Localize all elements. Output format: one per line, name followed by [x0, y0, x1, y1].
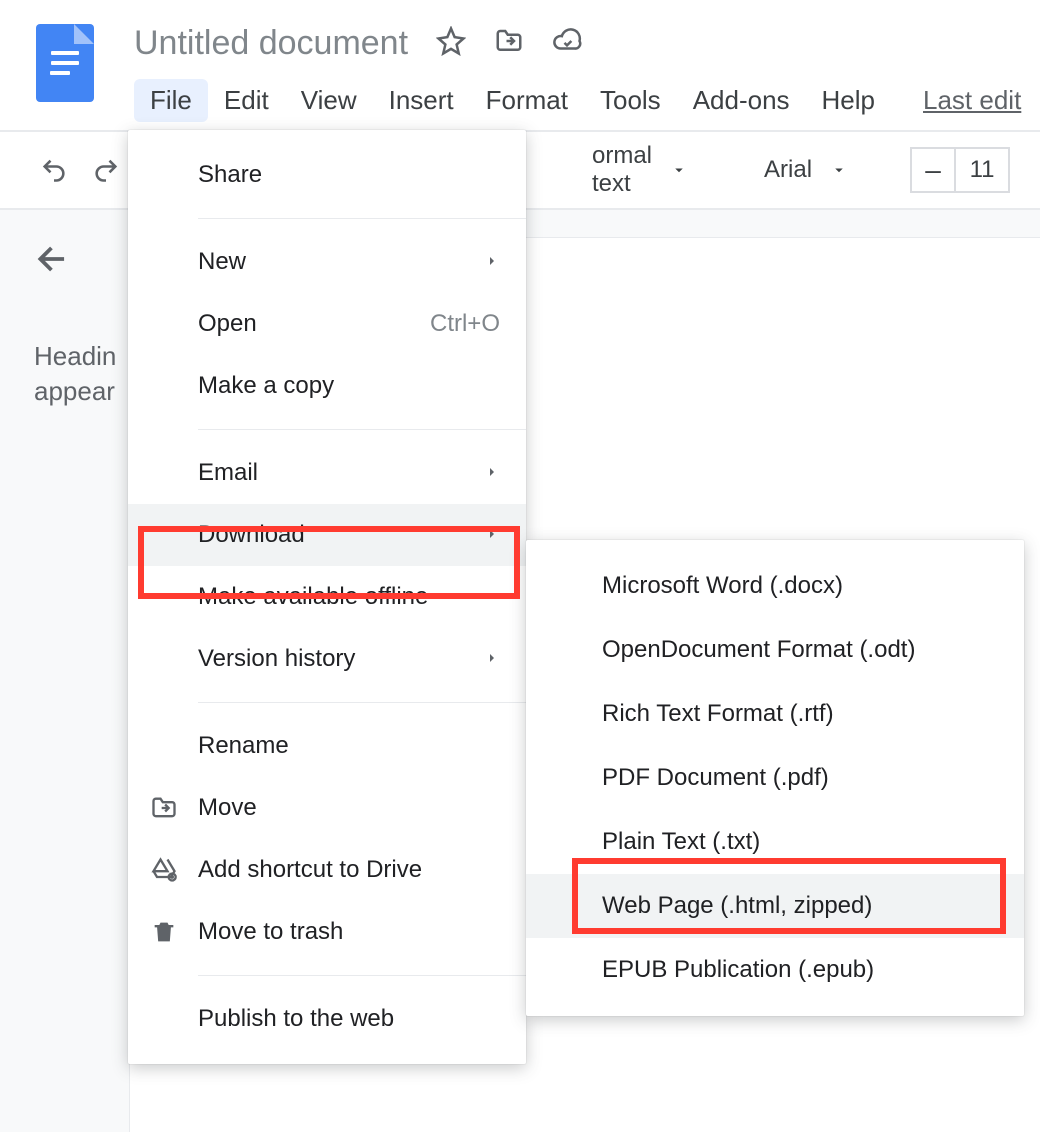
menu-item-label: Share [198, 161, 262, 189]
menu-separator [198, 429, 526, 430]
outline-placeholder-line: Headin [34, 339, 130, 374]
menu-item-label: Move to trash [198, 918, 343, 946]
menu-item-label: Make available offline [198, 583, 428, 611]
outline-pane: Headin appear [0, 210, 130, 1132]
submenu-item-label: OpenDocument Format (.odt) [602, 636, 915, 664]
submenu-arrow-icon [484, 521, 500, 549]
move-to-folder-icon[interactable] [494, 26, 524, 61]
folder-move-icon [148, 792, 180, 824]
submenu-item-label: Plain Text (.txt) [602, 828, 760, 856]
submenu-item-label: EPUB Publication (.epub) [602, 956, 874, 984]
menu-tools[interactable]: Tools [584, 79, 677, 122]
menu-item-label: Email [198, 459, 258, 487]
menu-bar: File Edit View Insert Format Tools Add-o… [134, 79, 1040, 122]
back-arrow-icon[interactable] [34, 265, 72, 282]
menu-separator [198, 218, 526, 219]
submenu-item-odt[interactable]: OpenDocument Format (.odt) [526, 618, 1024, 682]
docs-logo-icon[interactable] [36, 24, 94, 102]
menu-item-make-a-copy[interactable]: Make a copy [128, 355, 526, 417]
chevron-down-icon [830, 161, 848, 179]
menu-item-download[interactable]: Download [128, 504, 526, 566]
menu-item-email[interactable]: Email [128, 442, 526, 504]
menu-format[interactable]: Format [470, 79, 584, 122]
trash-icon [148, 916, 180, 948]
document-title[interactable]: Untitled document [134, 24, 408, 63]
submenu-item-docx[interactable]: Microsoft Word (.docx) [526, 554, 1024, 618]
menu-item-label: New [198, 248, 246, 276]
chevron-down-icon [670, 161, 688, 179]
menu-item-publish-to-the-web[interactable]: Publish to the web [128, 988, 526, 1050]
font-size-decrease-button[interactable]: – [910, 147, 956, 193]
menu-separator [198, 975, 526, 976]
menu-insert[interactable]: Insert [373, 79, 470, 122]
submenu-arrow-icon [484, 248, 500, 276]
menu-item-version-history[interactable]: Version history [128, 628, 526, 690]
paragraph-style-dropdown[interactable]: ormal text [578, 142, 702, 198]
menu-file[interactable]: File [134, 79, 208, 122]
menu-view[interactable]: View [285, 79, 373, 122]
submenu-item-rtf[interactable]: Rich Text Format (.rtf) [526, 682, 1024, 746]
menu-addons[interactable]: Add-ons [677, 79, 806, 122]
title-area: Untitled document File Edit View Insert … [134, 24, 1040, 122]
redo-icon[interactable] [92, 156, 120, 184]
submenu-item-epub[interactable]: EPUB Publication (.epub) [526, 938, 1024, 1002]
submenu-item-label: PDF Document (.pdf) [602, 764, 829, 792]
menu-item-label: Make a copy [198, 372, 334, 400]
menu-item-label: Version history [198, 645, 355, 673]
menu-edit[interactable]: Edit [208, 79, 285, 122]
menu-item-label: Download [198, 521, 305, 549]
menu-item-shortcut: Ctrl+O [430, 310, 500, 338]
menu-item-make-available-offline[interactable]: Make available offline [128, 566, 526, 628]
menu-item-open[interactable]: Open Ctrl+O [128, 293, 526, 355]
cloud-status-icon[interactable] [552, 26, 582, 61]
menu-item-move-to-trash[interactable]: Move to trash [128, 901, 526, 963]
submenu-item-txt[interactable]: Plain Text (.txt) [526, 810, 1024, 874]
title-bar: Untitled document File Edit View Insert … [0, 0, 1040, 132]
undo-icon[interactable] [40, 156, 68, 184]
menu-item-new[interactable]: New [128, 231, 526, 293]
menu-separator [198, 702, 526, 703]
font-family-label: Arial [764, 156, 812, 184]
submenu-item-label: Microsoft Word (.docx) [602, 572, 843, 600]
menu-help[interactable]: Help [806, 79, 891, 122]
submenu-arrow-icon [484, 645, 500, 673]
file-menu-dropdown: Share New Open Ctrl+O Make a copy Email … [128, 130, 526, 1064]
menu-item-share[interactable]: Share [128, 144, 526, 206]
submenu-item-label: Web Page (.html, zipped) [602, 892, 872, 920]
submenu-arrow-icon [484, 459, 500, 487]
star-icon[interactable] [436, 26, 466, 61]
submenu-item-label: Rich Text Format (.rtf) [602, 700, 834, 728]
menu-item-label: Open [198, 310, 257, 338]
menu-item-move[interactable]: Move [128, 777, 526, 839]
submenu-item-html[interactable]: Web Page (.html, zipped) [526, 874, 1024, 938]
outline-placeholder-line: appear [34, 374, 130, 409]
menu-item-label: Publish to the web [198, 1005, 394, 1033]
menu-item-label: Add shortcut to Drive [198, 856, 422, 884]
menu-item-label: Rename [198, 732, 289, 760]
paragraph-style-label: ormal text [592, 142, 652, 198]
menu-item-add-shortcut-to-drive[interactable]: Add shortcut to Drive [128, 839, 526, 901]
font-family-dropdown[interactable]: Arial [750, 156, 862, 184]
font-size-value[interactable]: 11 [956, 147, 1010, 193]
drive-shortcut-icon [148, 854, 180, 886]
submenu-item-pdf[interactable]: PDF Document (.pdf) [526, 746, 1024, 810]
menu-item-rename[interactable]: Rename [128, 715, 526, 777]
download-submenu: Microsoft Word (.docx) OpenDocument Form… [526, 540, 1024, 1016]
menu-item-label: Move [198, 794, 257, 822]
last-edit-link[interactable]: Last edit [923, 85, 1021, 116]
